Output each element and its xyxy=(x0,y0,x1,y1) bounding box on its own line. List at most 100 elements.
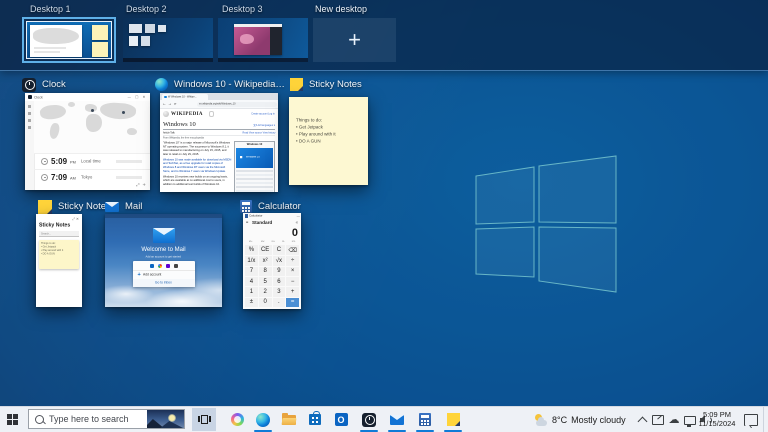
outlook-icon: O xyxy=(335,413,348,426)
calculator-mode-header: ≡ Standard ⟲ xyxy=(243,219,301,226)
task-view-screen: Desktop 1 Desktop 2 Desktop 3 New deskto… xyxy=(0,0,768,432)
tray-pen-button[interactable] xyxy=(650,407,666,432)
clock-window-thumbnail[interactable]: Clock — □ ✕ 5:09 PM Local time xyxy=(25,93,150,190)
clock-window-controls: — □ ✕ xyxy=(128,95,147,99)
desktop-1-preview xyxy=(26,21,112,59)
tab-title: W Windows 10 - Wikipe… xyxy=(168,96,197,99)
task-view-icon xyxy=(198,415,211,425)
taskbar-clock-button[interactable] xyxy=(356,407,382,432)
outlook-account-icon xyxy=(150,264,154,268)
wikipedia-account-links: Create account Log in xyxy=(252,113,275,115)
wikipedia-page: WIKIPEDIA Create account Log in Windows … xyxy=(160,108,278,192)
desktop-1-thumbnail[interactable] xyxy=(22,17,116,63)
mail-account-card: + Add account Go to inbox xyxy=(133,261,195,287)
taskbar-clock[interactable]: 5:09 PM 11/15/2024 xyxy=(694,407,740,432)
edge-window-header: Windows 10 - Wikipedia… xyxy=(155,77,285,92)
clock-zone: Local time xyxy=(81,159,101,163)
sticky-list-window-controls: ⤢ ✕ xyxy=(59,217,79,219)
calculator-window-controls: — □ ✕ xyxy=(296,214,301,218)
wikipedia-header: WIKIPEDIA Create account Log in xyxy=(163,110,275,118)
calculator-display: 0 xyxy=(243,226,301,239)
search-placeholder: Type here to search xyxy=(49,414,129,424)
action-center-button[interactable] xyxy=(740,407,762,432)
mail-icon xyxy=(390,415,404,425)
wikipedia-globe-icon xyxy=(163,111,169,117)
mail-provider-icons xyxy=(133,261,195,271)
chevron-up-icon xyxy=(637,416,647,426)
clock-times-list: 5:09 PM Local time 7:09 AM Tokyo xyxy=(34,153,150,190)
action-center-icon xyxy=(744,414,758,426)
copilot-icon xyxy=(231,413,244,426)
article-title-row: Windows 10 文A 42 languages ▾ xyxy=(163,119,275,130)
taskbar-edge-button[interactable] xyxy=(250,407,276,432)
small-clock-icon xyxy=(41,158,48,165)
clock-titlebar-icon xyxy=(28,95,32,99)
clock-app-icon xyxy=(22,78,36,92)
go-to-inbox-label: Go to inbox xyxy=(155,281,172,284)
sticky-notes-icon xyxy=(38,200,52,214)
windows-flag-icon xyxy=(240,156,245,161)
taskbar-sticky-notes-button[interactable] xyxy=(440,407,466,432)
task-view-button[interactable] xyxy=(192,408,216,431)
edge-wikipedia-thumbnail[interactable]: W Windows 10 - Wikipe… ← → ⟳ en.wikipedi… xyxy=(160,93,278,192)
tray-overflow-button[interactable] xyxy=(634,407,650,432)
edge-icon xyxy=(256,413,270,427)
desktop-3-preview xyxy=(218,18,308,62)
onedrive-cloud-icon: ☁ xyxy=(669,414,680,425)
add-account-row: + Add account xyxy=(133,271,195,279)
add-account-label: Add account xyxy=(143,273,161,276)
taskbar-copilot-button[interactable] xyxy=(224,407,250,432)
hamburger-icon: ≡ xyxy=(246,220,248,224)
taskbar-weather[interactable]: 8°C Mostly cloudy xyxy=(534,407,626,432)
article-infobox: Windows 10 Windows 10 xyxy=(234,141,275,192)
sticky-note-list-thumbnail[interactable]: ⤢ ✕ Sticky Notes Search... Things to do:… xyxy=(36,214,82,307)
clock-meridiem: AM xyxy=(70,177,74,181)
clock-app-icon xyxy=(362,413,376,427)
article-tabs-left: Article Talk xyxy=(163,131,175,133)
wikipedia-wordmark: WIKIPEDIA xyxy=(171,112,203,117)
calculator-window-header: Calculator xyxy=(240,199,301,214)
calculator-icon xyxy=(240,200,252,213)
taskbar-file-explorer-button[interactable] xyxy=(276,407,302,432)
desktop-3-label: Desktop 3 xyxy=(222,4,263,14)
mail-tagline: Add an account to get started xyxy=(146,256,181,259)
yahoo-account-icon xyxy=(166,264,170,268)
sticky-list-app-title: Sticky Notes xyxy=(39,223,71,229)
plus-icon: + xyxy=(138,272,141,278)
tray-onedrive-button[interactable]: ☁ xyxy=(666,407,682,432)
article-text: "Windows 10" is a major release of Micro… xyxy=(163,141,232,192)
calculator-titlebar-icon xyxy=(245,214,248,218)
sticky-note-list-title: Sticky Note xyxy=(58,201,106,212)
taskbar: Type here to search O xyxy=(0,406,768,432)
sticky-list-search-box: Search... xyxy=(39,231,79,237)
desktop-3-thumbnail[interactable] xyxy=(218,18,308,62)
new-desktop-label: New desktop xyxy=(315,4,367,14)
clock-time: 5:09 xyxy=(51,157,67,166)
partly-cloudy-icon xyxy=(534,414,548,426)
taskbar-search-box[interactable]: Type here to search xyxy=(28,409,185,429)
article-subtitle: From Wikipedia, the free encyclopedia xyxy=(163,137,208,138)
sticky-notes-window-title: Sticky Notes xyxy=(309,79,362,90)
clock-window-title: Clock xyxy=(42,79,66,90)
clock-time: 7:09 xyxy=(51,173,67,182)
sticky-notes-window-header: Sticky Notes xyxy=(290,77,362,92)
start-button[interactable] xyxy=(0,407,25,432)
taskbar-outlook-button[interactable]: O xyxy=(328,407,354,432)
sticky-notes-thumbnail[interactable]: Things to do:• Get Jetpack• Play around … xyxy=(289,97,368,185)
desktop-2-thumbnail[interactable] xyxy=(123,18,213,62)
show-desktop-button[interactable] xyxy=(763,407,768,432)
new-desktop-button[interactable]: + xyxy=(313,18,396,62)
taskbar-store-button[interactable] xyxy=(302,407,328,432)
search-icon xyxy=(35,415,44,424)
clock-row-detail xyxy=(116,160,142,163)
clock-zone: Tokyo xyxy=(81,175,92,179)
infobox-image-label: Windows 10 xyxy=(246,156,260,159)
sticky-note-list-header: Sticky Note xyxy=(38,199,106,214)
gmail-account-icon xyxy=(158,264,162,268)
taskbar-mail-button[interactable] xyxy=(384,407,410,432)
mail-window-thumbnail[interactable]: Welcome to Mail Add an account to get st… xyxy=(105,214,222,307)
mail-envelope-icon xyxy=(153,228,175,243)
calculator-window-thumbnail[interactable]: Calculator — □ ✕ ≡ Standard ⟲ 0 MCMRM+M-… xyxy=(243,213,301,309)
taskbar-calculator-button[interactable] xyxy=(412,407,438,432)
browser-tab-bar: W Windows 10 - Wikipe… xyxy=(160,93,278,100)
